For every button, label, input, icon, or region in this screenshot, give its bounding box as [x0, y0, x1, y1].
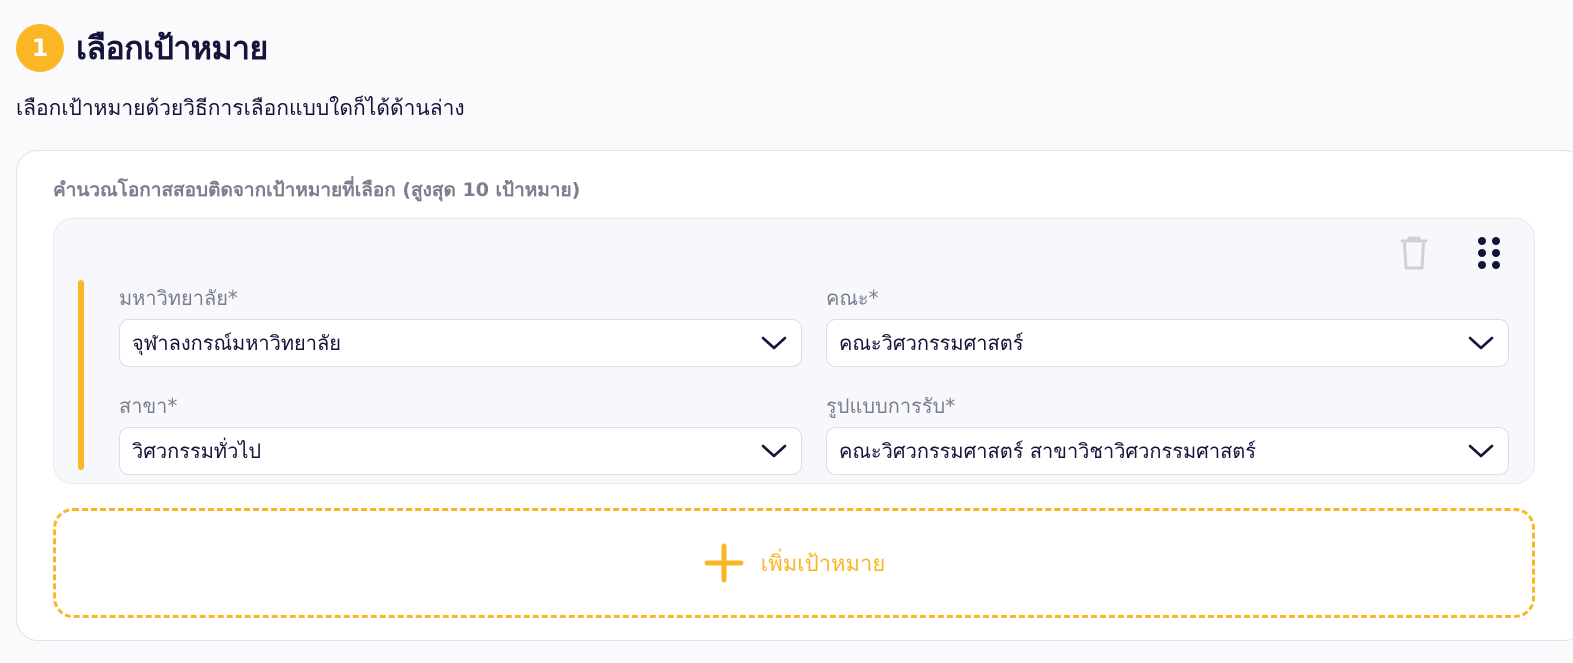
admission-type-select[interactable]: คณะวิศวกรรมศาสตร์ สาขาวิชาวิศวกรรมศาสตร์: [826, 427, 1509, 475]
chevron-down-icon: [759, 441, 789, 461]
faculty-label: คณะ*: [826, 286, 879, 310]
accent-bar: [78, 280, 84, 470]
step-header: 1 เลือกเป้าหมาย: [16, 24, 268, 72]
major-field: สาขา* วิศวกรรมทั่วไป: [119, 393, 802, 475]
add-target-label: เพิ่มเป้าหมาย: [760, 551, 886, 577]
step-number-badge: 1: [16, 24, 64, 72]
step-title: เลือกเป้าหมาย: [76, 28, 268, 67]
faculty-value: คณะวิศวกรรมศาสตร์: [839, 331, 1024, 355]
admission-type-field: รูปแบบการรับ* คณะวิศวกรรมศาสตร์ สาขาวิชา…: [826, 393, 1509, 475]
major-label: สาขา*: [119, 394, 178, 418]
university-value: จุฬาลงกรณ์มหาวิทยาลัย: [132, 331, 341, 355]
university-field: มหาวิทยาลัย* จุฬาลงกรณ์มหาวิทยาลัย: [119, 285, 802, 367]
target-card: มหาวิทยาลัย* จุฬาลงกรณ์มหาวิทยาลัย คณะ* …: [53, 218, 1535, 484]
chevron-down-icon: [759, 333, 789, 353]
trash-icon: [1400, 236, 1428, 270]
panel-caption: คำนวณโอกาสสอบติดจากเป้าหมายที่เลือก (สูง…: [53, 179, 581, 201]
add-target-button[interactable]: เพิ่มเป้าหมาย: [53, 508, 1535, 618]
major-value: วิศวกรรมทั่วไป: [132, 439, 262, 463]
university-select[interactable]: จุฬาลงกรณ์มหาวิทยาลัย: [119, 319, 802, 367]
faculty-select[interactable]: คณะวิศวกรรมศาสตร์: [826, 319, 1509, 367]
chevron-down-icon: [1466, 333, 1496, 353]
admission-type-value: คณะวิศวกรรมศาสตร์ สาขาวิชาวิศวกรรมศาสตร์: [839, 439, 1257, 463]
drag-handle[interactable]: [1472, 233, 1506, 273]
delete-target-button[interactable]: [1394, 233, 1434, 273]
drag-handle-icon: [1478, 237, 1500, 269]
university-label: มหาวิทยาลัย*: [119, 286, 238, 310]
target-panel: คำนวณโอกาสสอบติดจากเป้าหมายที่เลือก (สูง…: [16, 150, 1573, 641]
step-subtitle: เลือกเป้าหมายด้วยวิธีการเลือกแบบใดก็ได้ด…: [16, 96, 465, 120]
faculty-field: คณะ* คณะวิศวกรรมศาสตร์: [826, 285, 1509, 367]
major-select[interactable]: วิศวกรรมทั่วไป: [119, 427, 802, 475]
admission-type-label: รูปแบบการรับ*: [826, 394, 956, 418]
chevron-down-icon: [1466, 441, 1496, 461]
plus-icon: [703, 542, 745, 584]
